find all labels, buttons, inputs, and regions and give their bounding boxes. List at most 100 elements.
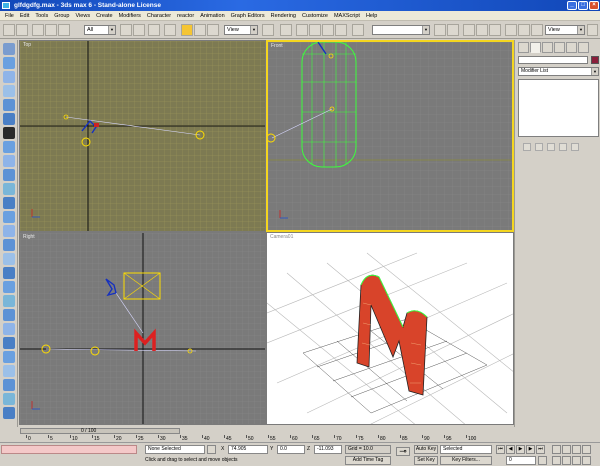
bind-space-warp-icon[interactable] — [58, 24, 70, 36]
viewport-label-top[interactable]: Top — [23, 42, 31, 48]
add-time-tag-button[interactable]: Add Time Tag — [345, 456, 391, 465]
set-key-button[interactable]: Set Key — [414, 456, 438, 465]
pyramid-icon[interactable] — [3, 379, 15, 391]
lock-selection-icon[interactable] — [207, 445, 216, 454]
show-end-result-icon[interactable] — [535, 143, 543, 151]
time-slider[interactable]: 0 / 100 — [20, 428, 180, 434]
render-last-icon[interactable] — [587, 24, 598, 36]
menu-create[interactable]: Create — [93, 11, 116, 21]
angle-snap-icon[interactable] — [309, 24, 321, 36]
redo-icon[interactable] — [16, 24, 28, 36]
particles-icon[interactable] — [3, 169, 15, 181]
spacewarps-icon[interactable] — [3, 127, 15, 139]
utilities-tab-icon[interactable] — [578, 42, 589, 53]
menu-reactor[interactable]: reactor — [174, 11, 197, 21]
menu-edit[interactable]: Edit — [17, 11, 32, 21]
zoom-extents-icon[interactable] — [572, 445, 581, 454]
plane-icon[interactable] — [3, 393, 15, 405]
viewport-label-camera[interactable]: Camera01 — [270, 234, 293, 240]
menu-modifiers[interactable]: Modifiers — [116, 11, 144, 21]
z-coord-input[interactable]: -11.093 — [314, 445, 342, 454]
helpers-icon[interactable] — [3, 113, 15, 125]
menu-file[interactable]: File — [2, 11, 17, 21]
box-icon[interactable] — [3, 267, 15, 279]
patch-icon[interactable] — [3, 183, 15, 195]
pin-stack-icon[interactable] — [523, 143, 531, 151]
close-button[interactable]: × — [589, 1, 599, 10]
selection-filter-dropdown[interactable]: All ▼ — [84, 25, 116, 35]
sphere-icon[interactable] — [3, 281, 15, 293]
menu-character[interactable]: Character — [144, 11, 174, 21]
menu-animation[interactable]: Animation — [197, 11, 227, 21]
layer-manager-icon[interactable] — [463, 24, 475, 36]
torus-icon[interactable] — [3, 309, 15, 321]
undo-icon[interactable] — [3, 24, 15, 36]
unlink-icon[interactable] — [45, 24, 57, 36]
modifier-list-dropdown[interactable]: Modifier List ▼ — [518, 67, 599, 76]
menu-help[interactable]: Help — [363, 11, 380, 21]
motion-tab-icon[interactable] — [554, 42, 565, 53]
teapot-icon[interactable] — [3, 323, 15, 335]
schematic-view-icon[interactable] — [489, 24, 501, 36]
current-frame-input[interactable]: 0 — [506, 456, 536, 465]
remove-modifier-icon[interactable] — [559, 143, 567, 151]
link-icon[interactable] — [32, 24, 44, 36]
key-filters-button[interactable]: Key Filters... — [440, 456, 492, 465]
pivot-center-icon[interactable] — [262, 24, 274, 36]
stairs-icon[interactable] — [3, 239, 15, 251]
select-and-scale-icon[interactable] — [207, 24, 219, 36]
arc-rotate-icon[interactable] — [572, 456, 581, 465]
tube-icon[interactable] — [3, 365, 15, 377]
select-by-name-icon[interactable] — [133, 24, 145, 36]
tab-panel-icon[interactable] — [3, 43, 15, 55]
viewport-front[interactable]: Front — [266, 40, 514, 232]
compound-icon[interactable] — [3, 155, 15, 167]
menu-graph-editors[interactable]: Graph Editors — [228, 11, 268, 21]
spinner-snap-icon[interactable] — [335, 24, 347, 36]
nurbs-icon[interactable] — [3, 197, 15, 209]
zoom-extents-all-icon[interactable] — [582, 445, 591, 454]
minimize-button[interactable]: _ — [567, 1, 577, 10]
shapes-icon[interactable] — [3, 71, 15, 83]
x-coord-input[interactable]: 74.905 — [228, 445, 268, 454]
systems-icon[interactable] — [3, 141, 15, 153]
geometry-icon[interactable] — [3, 57, 15, 69]
time-configuration-icon[interactable] — [538, 456, 547, 465]
object-color-swatch[interactable] — [591, 56, 599, 64]
viewport-label-right[interactable]: Right — [23, 234, 35, 240]
doors-icon[interactable] — [3, 211, 15, 223]
geosphere-icon[interactable] — [3, 351, 15, 363]
text-icon[interactable] — [3, 407, 15, 419]
go-to-start-icon[interactable]: ⏮ — [496, 445, 505, 454]
zoom-all-icon[interactable] — [562, 445, 571, 454]
reference-coordinate-dropdown[interactable]: View ▼ — [224, 25, 258, 35]
select-manipulate-icon[interactable] — [280, 24, 292, 36]
viewport-label-front[interactable]: Front — [271, 43, 283, 49]
select-object-icon[interactable] — [120, 24, 132, 36]
modify-tab-icon[interactable] — [530, 42, 541, 53]
menu-tools[interactable]: Tools — [32, 11, 51, 21]
modifier-stack[interactable] — [518, 79, 599, 137]
make-unique-icon[interactable] — [547, 143, 555, 151]
lights-icon[interactable] — [3, 85, 15, 97]
material-editor-icon[interactable] — [505, 24, 517, 36]
quick-render-icon[interactable] — [531, 24, 543, 36]
curve-editor-icon[interactable] — [476, 24, 488, 36]
render-view-dropdown[interactable]: View ▼ — [545, 25, 585, 35]
viewport-right[interactable]: Right — [19, 232, 266, 425]
auto-key-button[interactable]: Auto Key — [414, 445, 438, 454]
object-name-field[interactable] — [518, 56, 588, 64]
go-to-end-icon[interactable]: ⏭ — [536, 445, 545, 454]
menu-customize[interactable]: Customize — [299, 11, 331, 21]
align-icon[interactable] — [447, 24, 459, 36]
display-tab-icon[interactable] — [566, 42, 577, 53]
hierarchy-tab-icon[interactable] — [542, 42, 553, 53]
key-icon[interactable]: ⊸ — [396, 447, 410, 456]
render-scene-icon[interactable] — [518, 24, 530, 36]
field-of-view-icon[interactable] — [552, 456, 561, 465]
zoom-icon[interactable] — [552, 445, 561, 454]
aec-icon[interactable] — [3, 253, 15, 265]
named-selection-set-dropdown[interactable]: ▼ — [372, 25, 430, 35]
mirror-icon[interactable] — [434, 24, 446, 36]
edit-named-selection-icon[interactable] — [352, 24, 364, 36]
